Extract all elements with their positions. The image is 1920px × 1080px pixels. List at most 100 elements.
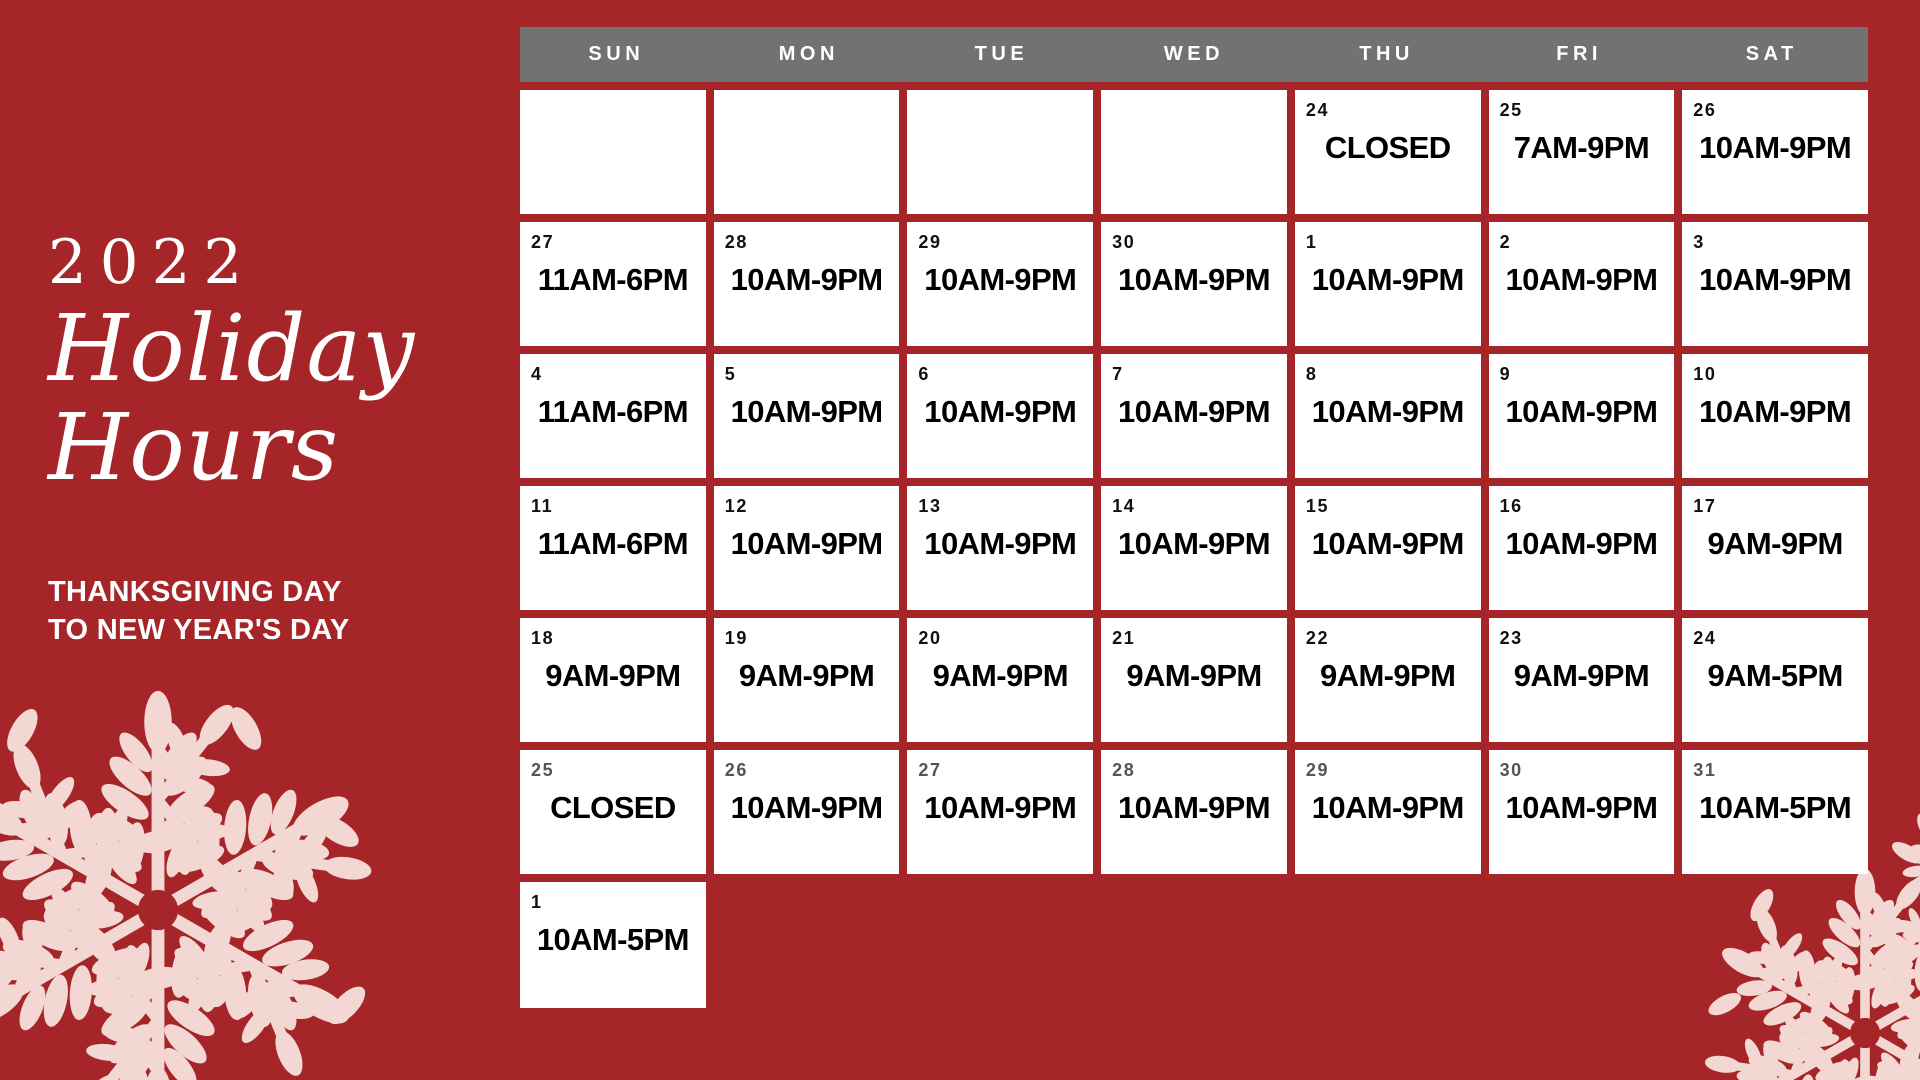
day-number: 19: [724, 628, 748, 648]
calendar-day-cell: 25 7AM-9PM: [1488, 90, 1675, 214]
calendar-cell-empty: [907, 90, 1094, 214]
day-hours: 9AM-9PM: [738, 658, 875, 693]
calendar-day-cell: 11 11AM-6PM: [520, 486, 706, 610]
calendar-day-cell: 26 10AM-9PM: [1682, 90, 1868, 214]
calendar-day-cell: 7 10AM-9PM: [1101, 354, 1287, 478]
calendar-day-cell: 15 10AM-9PM: [1294, 486, 1481, 610]
day-number: 14: [1112, 496, 1136, 516]
day-number: 1: [1305, 232, 1318, 252]
snowflake-icon: [1876, 784, 1920, 1024]
calendar-day-cell: 24 9AM-5PM: [1682, 618, 1868, 742]
day-hours: 10AM-9PM: [1118, 262, 1271, 297]
day-number: 27: [918, 760, 942, 780]
calendar-day-cell: 17 9AM-9PM: [1682, 486, 1868, 610]
calendar-day-cell: 23 9AM-9PM: [1488, 618, 1675, 742]
day-number: 25: [1499, 100, 1523, 120]
calendar-cell-empty: [1101, 90, 1287, 214]
day-number: 13: [918, 496, 942, 516]
day-hours: 10AM-9PM: [1505, 262, 1658, 297]
day-number: 21: [1112, 628, 1136, 648]
left-panel: 2022 Holiday Hours THANKSGIVING DAY TO N…: [0, 0, 520, 1080]
calendar-day-cell: 12 10AM-9PM: [713, 486, 900, 610]
day-hours: 10AM-9PM: [924, 790, 1077, 825]
day-number: 30: [1112, 232, 1136, 252]
calendar-day-cell: 24 CLOSED: [1294, 90, 1481, 214]
calendar-day-cell: 22 9AM-9PM: [1294, 618, 1481, 742]
weekday-sun: SUN: [588, 43, 645, 65]
day-number: 9: [1499, 364, 1512, 384]
day-number: 2: [1499, 232, 1512, 252]
calendar-day-cell: 25 CLOSED: [520, 750, 706, 874]
day-hours: 10AM-9PM: [1311, 262, 1465, 297]
calendar-day-cell: 2 10AM-9PM: [1488, 222, 1675, 346]
day-number: 26: [724, 760, 748, 780]
weekday-fri: FRI: [1556, 43, 1602, 65]
day-hours: 10AM-5PM: [1699, 790, 1852, 825]
calendar-day-cell: 29 10AM-9PM: [907, 222, 1094, 346]
title-line-hours: Hours: [48, 394, 340, 502]
day-number: 10: [1693, 364, 1717, 384]
day-hours: 10AM-9PM: [1118, 790, 1271, 825]
day-hours: 9AM-9PM: [1126, 658, 1262, 693]
calendar-day-cell: 28 10AM-9PM: [1101, 750, 1287, 874]
calendar-day-cell: 20 9AM-9PM: [907, 618, 1094, 742]
year-label: 2022: [48, 227, 256, 298]
day-hours: 10AM-9PM: [1118, 526, 1271, 561]
day-number: 11: [531, 496, 554, 516]
day-number: 7: [1112, 364, 1124, 384]
calendar-day-cell: 6 10AM-9PM: [907, 354, 1094, 478]
calendar-day-cell: 27 11AM-6PM: [520, 222, 706, 346]
calendar-cell-blank: [1101, 882, 1287, 1008]
day-hours: 7AM-9PM: [1513, 130, 1650, 165]
day-hours: 10AM-9PM: [1699, 262, 1852, 297]
day-number: 27: [531, 232, 555, 252]
calendar-day-cell: 30 10AM-9PM: [1488, 750, 1675, 874]
day-hours: 9AM-9PM: [1707, 526, 1843, 561]
day-number: 26: [1693, 100, 1717, 120]
day-hours: 10AM-9PM: [924, 394, 1077, 429]
subtitle-line-1: THANKSGIVING DAY: [48, 576, 342, 608]
day-hours: 10AM-9PM: [730, 262, 884, 297]
calendar-day-cell: 18 9AM-9PM: [520, 618, 706, 742]
calendar-cell-blank: [1489, 882, 1675, 1008]
day-number: 24: [1305, 100, 1330, 120]
calendar-day-cell: 1 10AM-5PM: [520, 882, 706, 1008]
calendar-day-cell: 9 10AM-9PM: [1488, 354, 1675, 478]
calendar-cell-blank: [1295, 882, 1481, 1008]
calendar-day-cell: 4 11AM-6PM: [520, 354, 706, 478]
calendar: SUN MON TUE WED THU FRI SAT 24 CLOSED 25 7AM-9PM 2…: [520, 27, 1868, 1008]
calendar-day-cell: 3 10AM-9PM: [1682, 222, 1868, 346]
day-hours-closed: CLOSED: [1324, 130, 1451, 165]
weekday-tue: TUE: [974, 43, 1029, 65]
day-hours: 9AM-9PM: [1320, 658, 1456, 693]
day-hours: 10AM-5PM: [536, 922, 690, 957]
subtitle-line-2: TO NEW YEAR'S DAY: [48, 614, 350, 647]
day-hours: 11AM-6PM: [537, 394, 689, 429]
day-hours: 10AM-9PM: [1699, 130, 1852, 165]
day-hours: 10AM-9PM: [1311, 790, 1465, 825]
day-hours: 10AM-9PM: [730, 790, 884, 825]
calendar-day-cell: 8 10AM-9PM: [1294, 354, 1481, 478]
day-hours: 9AM-9PM: [545, 658, 681, 693]
subtitle-block: THANKSGIVING DAY TO NEW YEAR'S DAY: [48, 573, 468, 650]
day-hours: 10AM-9PM: [730, 394, 884, 429]
day-number: 1: [531, 892, 543, 912]
day-number: 17: [1693, 496, 1717, 516]
calendar-day-cell: 14 10AM-9PM: [1101, 486, 1287, 610]
day-number: 28: [1112, 760, 1136, 780]
calendar-day-cell: 16 10AM-9PM: [1488, 486, 1675, 610]
calendar-day-cell: 29 10AM-9PM: [1294, 750, 1481, 874]
day-number: 23: [1499, 628, 1523, 648]
calendar-cell-empty: [520, 90, 706, 214]
weekday-thu: THU: [1359, 43, 1414, 65]
day-hours: 11AM-6PM: [537, 526, 689, 561]
calendar-day-cell: 19 9AM-9PM: [713, 618, 900, 742]
day-number: 30: [1499, 760, 1523, 780]
calendar-day-cell: 28 10AM-9PM: [713, 222, 900, 346]
day-hours: 10AM-9PM: [1505, 790, 1658, 825]
calendar-day-cell: 26 10AM-9PM: [713, 750, 900, 874]
day-number: 20: [918, 628, 942, 648]
day-hours: 10AM-9PM: [1311, 526, 1465, 561]
day-hours: 10AM-9PM: [1311, 394, 1465, 429]
day-number: 8: [1305, 364, 1318, 384]
